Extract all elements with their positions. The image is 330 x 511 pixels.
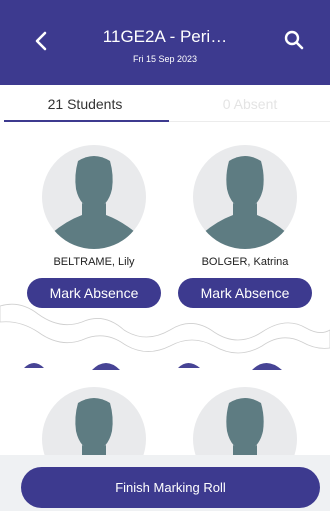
back-chevron-icon[interactable]: [30, 28, 52, 54]
person-silhouette-icon: [203, 156, 287, 249]
student-card: [175, 387, 315, 491]
student-name: BELTRAME, Lily: [53, 256, 135, 268]
finish-marking-roll-button[interactable]: Finish Marking Roll: [21, 467, 320, 508]
student-card: BOLGER, Katrina Mark Absence: [175, 145, 315, 310]
avatar[interactable]: [193, 145, 297, 249]
avatar[interactable]: [42, 145, 146, 249]
footer-bar: Finish Marking Roll: [0, 455, 330, 511]
student-card: BELTRAME, Lily Mark Absence: [24, 145, 164, 310]
search-icon[interactable]: [283, 29, 305, 51]
app-header: 11GE2A - Peri… Fri 15 Sep 2023: [0, 0, 330, 85]
torn-edge-divider: [0, 303, 330, 370]
tab-selected-indicator: [4, 120, 169, 122]
student-card: [24, 387, 164, 491]
student-name: BOLGER, Katrina: [201, 256, 289, 268]
page-date: Fri 15 Sep 2023: [132, 54, 198, 64]
tab-bar: 21 Students 0 Absent: [0, 85, 330, 123]
person-silhouette-icon: [52, 156, 136, 249]
page-title: 11GE2A - Peri…: [102, 27, 228, 46]
tab-absent[interactable]: 0 Absent: [170, 95, 330, 113]
tab-divider: [169, 121, 330, 122]
tab-students[interactable]: 21 Students: [0, 95, 170, 113]
